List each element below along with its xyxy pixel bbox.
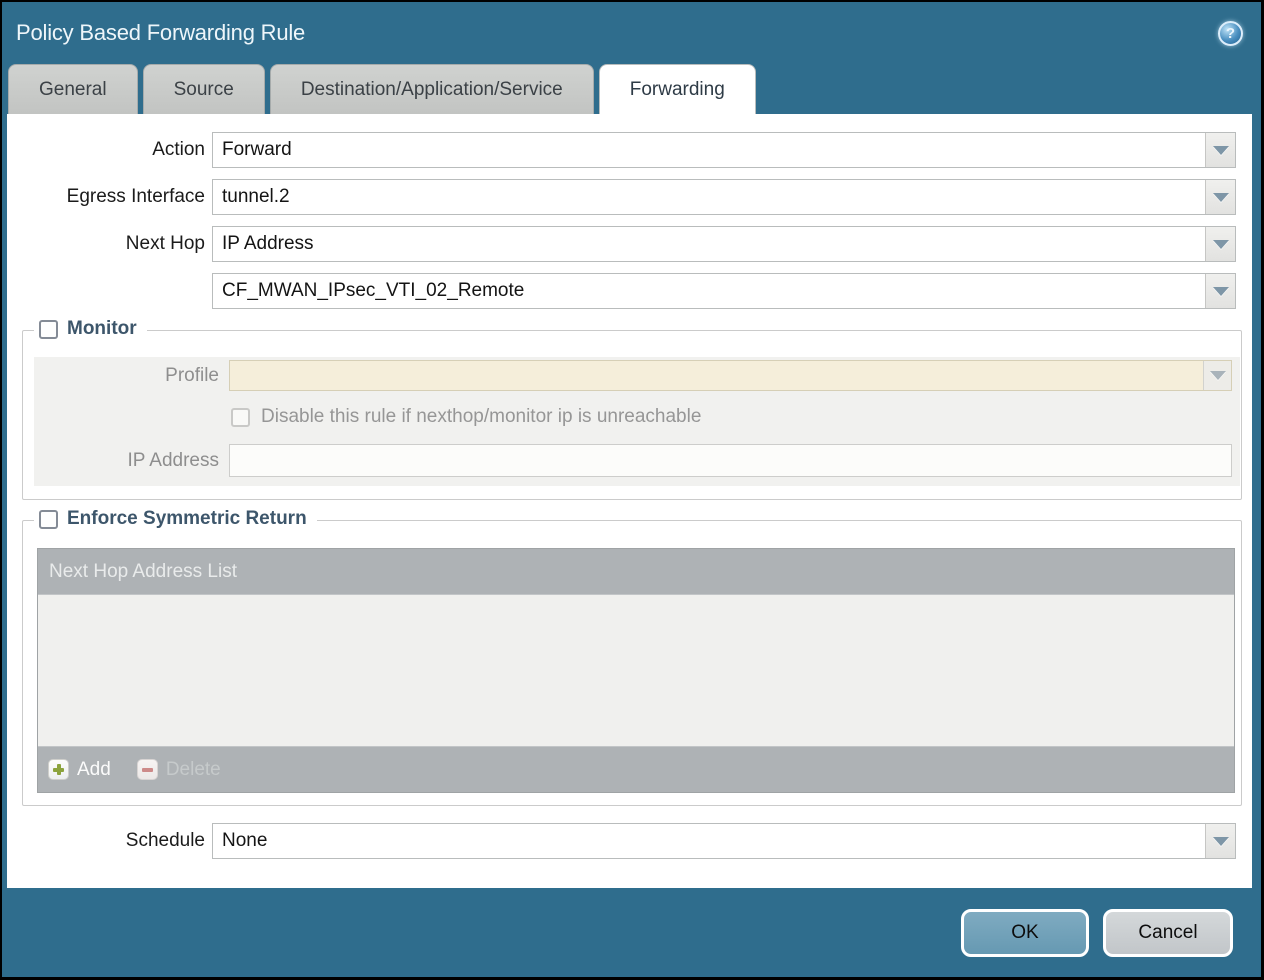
monitor-ip-address-label: IP Address [34, 450, 219, 472]
delete-button-label: Delete [166, 759, 221, 781]
tab-destination-application-service[interactable]: Destination/Application/Service [270, 64, 594, 114]
enforce-symmetric-return-label: Enforce Symmetric Return [67, 508, 307, 530]
disable-rule-checkbox [231, 408, 250, 427]
next-hop-type-value: IP Address [213, 233, 314, 255]
enforce-symmetric-return-checkbox[interactable] [39, 510, 58, 529]
schedule-value: None [213, 830, 267, 852]
chevron-down-icon [1213, 146, 1229, 155]
action-label: Action [7, 139, 205, 161]
next-hop-address-list-column-header: Next Hop Address List [49, 561, 237, 583]
monitor-ip-address-input-disabled [229, 444, 1232, 477]
chevron-down-icon [1213, 837, 1229, 846]
profile-dropdown-button [1203, 361, 1231, 390]
add-button[interactable]: Add [48, 759, 111, 781]
profile-label: Profile [34, 365, 219, 387]
monitor-ip-address-row: IP Address [34, 444, 1240, 477]
tab-forwarding[interactable]: Forwarding [599, 64, 756, 114]
egress-interface-select[interactable]: tunnel.2 [212, 179, 1236, 215]
next-hop-dropdown-button[interactable] [1205, 227, 1235, 261]
profile-select-disabled [229, 360, 1232, 391]
next-hop-address-dropdown-button[interactable] [1205, 274, 1235, 308]
monitor-legend[interactable]: Monitor [34, 318, 147, 340]
egress-interface-label: Egress Interface [7, 186, 205, 208]
dialog-footer: OK Cancel [2, 888, 1261, 977]
monitor-group: Monitor Profile Disable this rule if nex… [22, 330, 1242, 500]
next-hop-address-list-table: Next Hop Address List Add Delete [37, 548, 1235, 793]
help-icon[interactable]: ? [1218, 21, 1243, 46]
schedule-label: Schedule [7, 830, 205, 852]
tab-forwarding-label: Forwarding [630, 79, 725, 101]
action-dropdown-button[interactable] [1205, 133, 1235, 167]
table-footer-toolbar: Add Delete [38, 746, 1234, 792]
dialog-titlebar: Policy Based Forwarding Rule ? [2, 2, 1261, 64]
tab-general[interactable]: General [8, 64, 138, 114]
table-header-row: Next Hop Address List [38, 549, 1234, 595]
minus-icon [137, 759, 158, 780]
delete-button-disabled: Delete [137, 759, 221, 781]
tab-source-label: Source [174, 79, 234, 101]
chevron-down-icon [1213, 240, 1229, 249]
next-hop-address-select[interactable]: CF_MWAN_IPsec_VTI_02_Remote [212, 273, 1236, 309]
schedule-row: Schedule None [7, 823, 1252, 859]
disable-rule-row: Disable this rule if nexthop/monitor ip … [231, 406, 1240, 428]
monitor-ip-address-value [230, 445, 239, 466]
egress-interface-value: tunnel.2 [213, 186, 290, 208]
enforce-symmetric-return-legend[interactable]: Enforce Symmetric Return [34, 508, 317, 530]
ok-button[interactable]: OK [961, 909, 1089, 957]
forwarding-tab-panel: Action Forward Egress Interface tunnel.2… [7, 114, 1252, 888]
chevron-down-icon [1210, 371, 1226, 380]
next-hop-label: Next Hop [7, 233, 205, 255]
egress-interface-dropdown-button[interactable] [1205, 180, 1235, 214]
next-hop-row: Next Hop IP Address [7, 226, 1252, 262]
enforce-symmetric-return-group: Enforce Symmetric Return Next Hop Addres… [22, 520, 1242, 806]
action-select[interactable]: Forward [212, 132, 1236, 168]
next-hop-address-value: CF_MWAN_IPsec_VTI_02_Remote [213, 280, 524, 302]
monitor-panel: Profile Disable this rule if nexthop/mon… [34, 357, 1240, 486]
add-button-label: Add [77, 759, 111, 781]
next-hop-type-select[interactable]: IP Address [212, 226, 1236, 262]
ok-button-label: OK [1011, 922, 1038, 944]
egress-interface-row: Egress Interface tunnel.2 [7, 179, 1252, 215]
profile-value [230, 361, 239, 382]
schedule-dropdown-button[interactable] [1205, 824, 1235, 858]
chevron-down-icon [1213, 287, 1229, 296]
disable-rule-label: Disable this rule if nexthop/monitor ip … [261, 406, 701, 428]
profile-row: Profile [34, 360, 1240, 391]
chevron-down-icon [1213, 193, 1229, 202]
monitor-legend-label: Monitor [67, 318, 137, 340]
cancel-button-label: Cancel [1138, 922, 1197, 944]
tab-bar: General Source Destination/Application/S… [8, 64, 1261, 114]
action-value: Forward [213, 139, 292, 161]
next-hop-address-row: CF_MWAN_IPsec_VTI_02_Remote [7, 273, 1252, 309]
pbf-rule-dialog: Policy Based Forwarding Rule ? General S… [2, 2, 1261, 977]
table-body-empty [38, 595, 1234, 746]
plus-icon [48, 759, 69, 780]
cancel-button[interactable]: Cancel [1103, 909, 1233, 957]
tab-destination-label: Destination/Application/Service [301, 79, 563, 101]
tab-source[interactable]: Source [143, 64, 265, 114]
action-row: Action Forward [7, 132, 1252, 168]
schedule-select[interactable]: None [212, 823, 1236, 859]
dialog-title: Policy Based Forwarding Rule [16, 20, 305, 46]
monitor-checkbox[interactable] [39, 320, 58, 339]
tab-general-label: General [39, 79, 107, 101]
